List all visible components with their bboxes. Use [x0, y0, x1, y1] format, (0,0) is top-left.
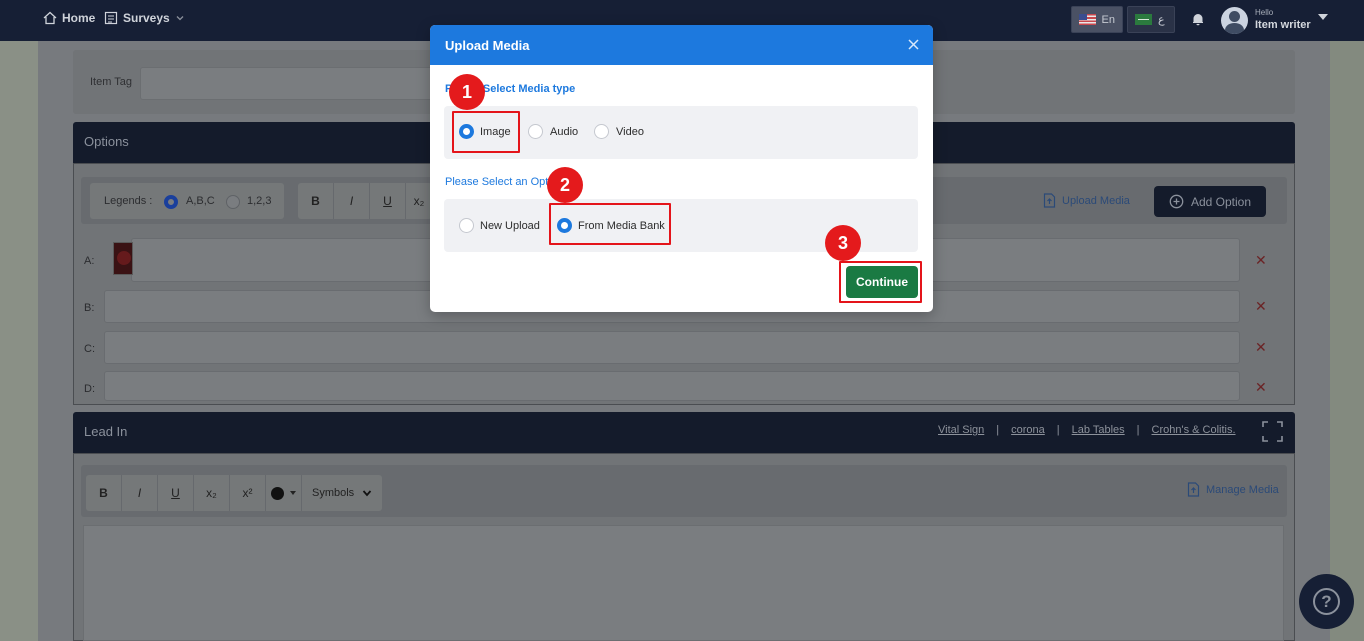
question-icon: ?: [1313, 588, 1340, 615]
user-name[interactable]: Item writer: [1255, 19, 1311, 31]
bold-button[interactable]: B: [298, 183, 334, 219]
callout-highlight-media-bank: [549, 203, 671, 245]
lead-italic-button[interactable]: I: [122, 475, 158, 511]
language-arabic-label: ع: [1158, 14, 1165, 26]
text-color-picker[interactable]: [266, 475, 302, 511]
link-separator: |: [996, 424, 1000, 436]
plus-circle-icon: [1169, 194, 1184, 209]
file-upload-icon: [1187, 482, 1200, 497]
callout-badge-1: 1: [449, 74, 485, 110]
chevron-down-icon: [176, 16, 184, 21]
link-separator: |: [1136, 424, 1140, 436]
upload-media-link[interactable]: Upload Media: [1043, 193, 1130, 208]
survey-icon: [104, 11, 118, 25]
manage-media-label: Manage Media: [1206, 483, 1279, 496]
modal-header: Upload Media: [430, 25, 933, 65]
new-upload-radio[interactable]: [459, 218, 474, 233]
media-type-video-label: Video: [616, 126, 644, 138]
lead-underline-button[interactable]: U: [158, 475, 194, 511]
lead-bold-button[interactable]: B: [86, 475, 122, 511]
user-menu-caret-icon[interactable]: [1318, 14, 1328, 20]
legends-label: Legends :: [104, 195, 153, 207]
option-letter-c: C:: [84, 343, 95, 355]
user-avatar[interactable]: [1221, 7, 1248, 34]
saudi-flag-icon: [1135, 14, 1152, 25]
language-english-button[interactable]: En: [1071, 6, 1123, 33]
language-arabic-button[interactable]: ع: [1127, 6, 1175, 33]
underline-button[interactable]: U: [370, 183, 406, 219]
symbols-dropdown[interactable]: Symbols: [302, 475, 382, 511]
option-letter-b: B:: [84, 302, 95, 314]
legend-radio-abc[interactable]: [164, 195, 178, 209]
bell-icon[interactable]: [1191, 12, 1205, 26]
option-letter-d: D:: [84, 383, 95, 395]
language-english-label: En: [1101, 13, 1115, 26]
nav-home-link[interactable]: Home: [43, 11, 95, 25]
media-type-audio-radio[interactable]: [528, 124, 543, 139]
callout-badge-3: 3: [825, 225, 861, 261]
legend-option-abc: A,B,C: [186, 195, 215, 207]
item-tag-label: Item Tag: [90, 76, 132, 88]
option-a-media-thumbnail[interactable]: [113, 242, 133, 275]
callout-highlight-image: [452, 111, 520, 153]
text-color-swatch: [270, 486, 284, 500]
modal-title: Upload Media: [445, 37, 530, 53]
add-option-button[interactable]: Add Option: [1154, 186, 1266, 217]
us-flag-icon: [1079, 14, 1096, 25]
vital-sign-link[interactable]: Vital Sign: [938, 424, 984, 436]
page-margin-left: [0, 41, 38, 641]
lead-in-editor[interactable]: [83, 525, 1284, 641]
link-separator: |: [1056, 424, 1060, 436]
media-type-video-radio[interactable]: [594, 124, 609, 139]
nav-surveys-label: Surveys: [123, 11, 170, 25]
lead-superscript-button[interactable]: x²: [230, 475, 266, 511]
options-format-toolbar: B I U x₂: [298, 183, 432, 219]
legend-option-123: 1,2,3: [247, 195, 272, 207]
option-input-c[interactable]: [104, 331, 1240, 364]
lead-subscript-button[interactable]: x₂: [194, 475, 230, 511]
add-option-label: Add Option: [1190, 194, 1252, 209]
help-button[interactable]: ?: [1299, 574, 1354, 629]
close-icon[interactable]: [907, 38, 920, 51]
corona-link[interactable]: corona: [1011, 424, 1045, 436]
chevron-down-icon: [363, 490, 372, 497]
crohns-colitis-link[interactable]: Crohn's & Colitis.: [1152, 424, 1236, 436]
italic-button[interactable]: I: [334, 183, 370, 219]
nav-surveys-dropdown[interactable]: Surveys: [104, 11, 185, 25]
callout-highlight-continue: [839, 261, 922, 303]
callout-badge-2: 2: [547, 167, 583, 203]
subscript-button[interactable]: x₂: [406, 183, 432, 219]
new-upload-label: New Upload: [480, 220, 540, 232]
caret-down-icon: [289, 491, 296, 495]
option-input-d[interactable]: [104, 371, 1240, 401]
options-panel-title: Options: [84, 134, 129, 149]
remove-option-b-icon[interactable]: ✕: [1255, 298, 1267, 315]
item-tag-input[interactable]: [140, 67, 440, 100]
nav-home-label: Home: [62, 11, 96, 25]
upload-option-label: Please Select an Option: [445, 176, 564, 188]
manage-media-link[interactable]: Manage Media: [1187, 482, 1279, 497]
file-upload-icon: [1043, 193, 1056, 208]
home-icon: [43, 11, 57, 25]
lead-in-reference-links: Vital Sign | corona | Lab Tables | Crohn…: [938, 424, 1236, 436]
lead-in-format-toolbar: B I U x₂ x² Symbols: [86, 475, 383, 511]
media-type-audio-label: Audio: [550, 126, 579, 138]
greeting-text: Hello: [1255, 8, 1274, 17]
legend-radio-123[interactable]: [226, 195, 240, 209]
lab-tables-link[interactable]: Lab Tables: [1072, 424, 1125, 436]
remove-option-d-icon[interactable]: ✕: [1255, 379, 1267, 396]
upload-media-label: Upload Media: [1062, 194, 1130, 207]
remove-option-c-icon[interactable]: ✕: [1255, 339, 1267, 356]
fullscreen-icon[interactable]: [1262, 421, 1283, 442]
symbols-label: Symbols: [312, 487, 355, 499]
option-letter-a: A:: [84, 255, 95, 267]
remove-option-a-icon[interactable]: ✕: [1255, 252, 1267, 269]
lead-in-title: Lead In: [84, 424, 128, 439]
